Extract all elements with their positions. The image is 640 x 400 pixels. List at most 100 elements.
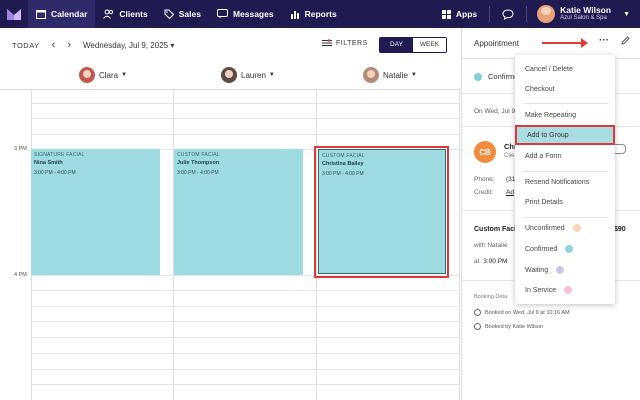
grid-line	[32, 118, 460, 119]
calendar-grid: 3 PM 4 PM SIGNATURE FACIAL Nina Smith 3:…	[0, 90, 460, 400]
credit-label: Credit:	[474, 189, 494, 196]
menu-item-checkout[interactable]: Checkout	[515, 79, 615, 99]
user-avatar	[537, 5, 556, 23]
service-time-value: 3:00 PM	[483, 258, 508, 265]
menu-item-print-details[interactable]: Print Details	[515, 192, 615, 212]
nav-right: Apps Katie Wilson Azul Salon & Spa ▼	[441, 0, 640, 28]
menu-item-resend-notifications[interactable]: Resend Notifications	[515, 172, 615, 192]
grid-line	[32, 384, 460, 385]
staff-natalie[interactable]: Natalie ▼	[363, 67, 417, 83]
top-nav: Calendar Clients Sales Messages Reports …	[0, 0, 640, 28]
user-menu[interactable]: Katie Wilson Azul Salon & Spa ▼	[527, 5, 640, 23]
chat-icon[interactable]	[490, 6, 528, 22]
red-arrow-annotation	[542, 38, 588, 48]
apps-grid-icon	[441, 9, 451, 19]
view-day-button[interactable]: DAY	[380, 38, 413, 52]
staff-avatar	[221, 67, 237, 83]
credit-add-link[interactable]: Ad	[506, 189, 514, 196]
menu-item-label: Cancel / Delete	[525, 65, 573, 73]
status-color-dot	[565, 245, 574, 253]
menu-item-label: Make Repeating	[525, 111, 576, 119]
next-day-button[interactable]: ›	[67, 39, 71, 51]
person-icon	[474, 323, 481, 330]
chevron-down-icon: ▼	[623, 10, 630, 18]
menu-item-confirmed[interactable]: Confirmed	[515, 239, 615, 259]
appointment-time: 3:00 PM - 4:00 PM	[177, 170, 219, 176]
today-button[interactable]: TODAY	[12, 41, 40, 50]
edit-icon[interactable]	[621, 36, 630, 47]
filters-button[interactable]: FILTERS	[322, 39, 368, 47]
service-price: $90	[614, 226, 626, 233]
nav-calendar-label: Calendar	[51, 9, 88, 19]
grid-line	[32, 290, 460, 291]
appointment-card[interactable]: SIGNATURE FACIAL Nina Smith 3:00 PM - 4:…	[31, 149, 160, 275]
menu-item-add-form[interactable]: Add a Form	[515, 146, 615, 166]
staff-avatar	[79, 67, 95, 83]
appointment-card[interactable]: CUSTOM FACIAL Julie Thompson 3:00 PM - 4…	[174, 149, 303, 275]
booked-by-row: Booked by Katie Wilson	[474, 323, 543, 330]
booked-on-text: Booked on Wed, Jul 9 at 10:16 AM	[485, 309, 570, 316]
more-options-icon[interactable]: ···	[599, 35, 609, 46]
grid-line	[32, 369, 460, 370]
time-label: 4 PM	[14, 272, 27, 278]
menu-item-label: Waiting	[525, 266, 549, 274]
grid-line	[32, 337, 460, 338]
menu-item-in-service[interactable]: In Service	[515, 280, 615, 300]
prev-day-button[interactable]: ‹	[52, 39, 56, 51]
staff-lauren[interactable]: Lauren ▼	[221, 67, 275, 83]
date-picker[interactable]: Wednesday, Jul 9, 2025 ▾	[83, 41, 174, 50]
view-week-button[interactable]: WEEK	[413, 38, 446, 52]
menu-item-waiting[interactable]: Waiting	[515, 260, 615, 280]
menu-item-label: Unconfirmed	[525, 224, 565, 232]
nav-calendar[interactable]: Calendar	[28, 0, 96, 28]
calendar-icon	[36, 9, 46, 19]
service-staff: with Natalie	[474, 242, 508, 249]
nav-messages[interactable]: Messages	[209, 0, 282, 28]
client-subtitle: Clie	[504, 153, 515, 159]
appointment-time: 3:00 PM - 4:00 PM	[34, 170, 76, 176]
booked-by-text: Booked by Katie Wilson	[485, 323, 544, 330]
nav-sales[interactable]: Sales	[156, 0, 209, 28]
messages-icon	[216, 9, 228, 19]
user-location: Azul Salon & Spa	[560, 15, 607, 22]
phone-value: (31	[506, 176, 516, 183]
staff-clara[interactable]: Clara ▼	[79, 67, 127, 83]
chevron-down-icon: ▼	[410, 72, 417, 78]
service-name: Custom Faci	[474, 226, 517, 233]
status-text: Confirme	[488, 72, 519, 81]
staff-header: Clara ▼ Lauren ▼ Natalie ▼	[0, 62, 460, 90]
status-color-dot	[556, 266, 565, 274]
view-toggle: DAY WEEK	[379, 37, 447, 53]
menu-item-cancel-delete[interactable]: Cancel / Delete	[515, 59, 615, 79]
chevron-down-icon: ▼	[268, 72, 275, 78]
booking-details-label: Booking Deta	[474, 294, 508, 300]
menu-item-add-to-group[interactable]: Add to Group	[515, 125, 615, 145]
appointment-date: On Wed, Jul 9	[474, 108, 516, 115]
apps-button[interactable]: Apps	[441, 6, 491, 22]
app-logo-icon[interactable]	[0, 0, 28, 28]
menu-item-make-repeating[interactable]: Make Repeating	[515, 105, 615, 125]
menu-item-unconfirmed[interactable]: Unconfirmed	[515, 218, 615, 238]
menu-item-label: Resend Notifications	[525, 178, 590, 186]
status-color-dot	[564, 286, 573, 294]
menu-item-label: Add to Group	[527, 131, 569, 139]
grid-line	[32, 353, 460, 354]
phone-label: Phone:	[474, 176, 495, 183]
nav-reports[interactable]: Reports	[282, 0, 345, 28]
nav-clients[interactable]: Clients	[95, 0, 155, 28]
tag-icon	[164, 9, 174, 19]
time-label: 3 PM	[14, 146, 27, 152]
staff-avatar	[363, 67, 379, 83]
calendar-toolbar: TODAY ‹ › Wednesday, Jul 9, 2025 ▾ FILTE…	[0, 28, 460, 62]
selection-highlight	[314, 146, 449, 278]
booked-on-row: Booked on Wed, Jul 9 at 10:16 AM	[474, 309, 570, 316]
nav-reports-label: Reports	[304, 9, 337, 19]
grid-line	[32, 134, 460, 135]
nav-sales-label: Sales	[178, 9, 201, 19]
menu-item-label: Add a Form	[525, 152, 562, 160]
menu-item-label: Print Details	[525, 198, 563, 206]
status-badge[interactable]: Confirme	[474, 72, 518, 81]
appointment-options-menu: Cancel / Delete Checkout Make Repeating …	[515, 55, 615, 304]
apps-label: Apps	[455, 9, 478, 19]
client-avatar: CB	[474, 141, 496, 163]
